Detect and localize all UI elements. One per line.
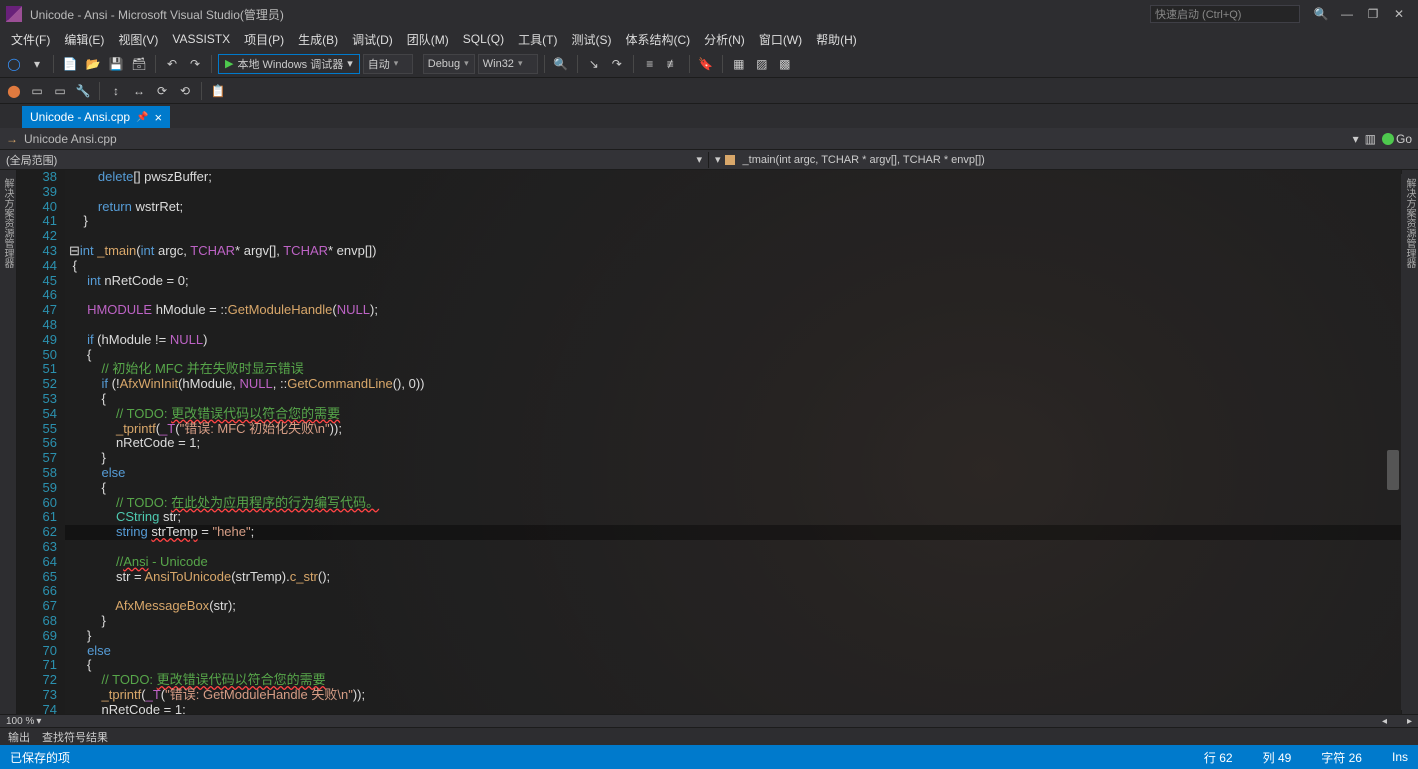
scope-left-dropdown[interactable]: (全局范围)▾ [0, 152, 709, 168]
menu-item[interactable]: 工具(T) [511, 29, 564, 50]
va-icon-6[interactable]: ↔ [129, 81, 149, 101]
va-icon-9[interactable]: 📋 [208, 81, 228, 101]
editor-footer: 100 % ▾ ◂ ▸ [0, 714, 1418, 727]
menu-item[interactable]: 生成(B) [291, 29, 345, 50]
right-tool-panel: 解决方案资源管理器工具箱属性 [1401, 170, 1418, 714]
nav-split-icon[interactable]: ▾ [1353, 132, 1359, 146]
nav-dropdown-icon[interactable]: → [6, 132, 18, 146]
va-icon-4[interactable]: 🔧 [73, 81, 93, 101]
menu-item[interactable]: 项目(P) [237, 29, 291, 50]
scope-bar: (全局范围)▾ ▾ _tmain(int argc, TCHAR * argv[… [0, 150, 1418, 170]
code-area[interactable]: delete[] pwszBuffer; return wstrRet; } ⊟… [65, 170, 1401, 714]
menu-item[interactable]: SQL(Q) [456, 30, 511, 48]
statusbar: 已保存的项 行 62 列 49 字符 26 Ins [0, 745, 1418, 769]
status-saved: 已保存的项 [10, 749, 70, 766]
new-project-icon[interactable]: 📄 [60, 54, 80, 74]
debug-mode-dropdown[interactable]: 自动 [363, 54, 413, 74]
left-tool-panel: 解决方案资源管理器类视图属性管理器资源视图 [0, 170, 17, 714]
va-icon-2[interactable]: ▭ [27, 81, 47, 101]
menu-item[interactable]: 团队(M) [400, 29, 456, 50]
toolbar-secondary: ⬤ ▭ ▭ 🔧 ↕ ↔ ⟳ ⟲ 📋 [0, 78, 1418, 104]
output-tab[interactable]: 查找符号结果 [42, 729, 108, 745]
nav-split-button[interactable]: ▥ [1365, 132, 1376, 146]
navigation-bar: → Unicode Ansi.cpp ▾ ▥ Go [0, 128, 1418, 150]
menu-item[interactable]: 窗口(W) [752, 29, 809, 50]
bookmark-icon[interactable]: 🔖 [696, 54, 716, 74]
start-debug-button[interactable]: ▶本地 Windows 调试器 ▾ [218, 54, 360, 74]
menu-item[interactable]: 调试(D) [345, 29, 400, 50]
horizontal-scroll-right[interactable]: ▸ [1407, 716, 1412, 727]
toolbar-main: ◯ ▾ 📄 📂 💾 🗃 ↶ ↷ ▶本地 Windows 调试器 ▾ 自动 Deb… [0, 50, 1418, 78]
tab-close-icon[interactable]: × [155, 110, 163, 125]
va-icon-3[interactable]: ▭ [50, 81, 70, 101]
config-dropdown[interactable]: Debug [423, 54, 475, 74]
go-button[interactable]: Go [1382, 132, 1412, 146]
search-icon[interactable]: 🔍 [1308, 4, 1334, 24]
open-icon[interactable]: 📂 [83, 54, 103, 74]
line-number-gutter: 3839404142434445464748495051525354555657… [17, 170, 65, 714]
menu-item[interactable]: 体系结构(C) [618, 29, 697, 50]
output-tabstrip: 输出查找符号结果 [0, 727, 1418, 745]
va-icon-5[interactable]: ↕ [106, 81, 126, 101]
vertical-scrollbar[interactable] [1387, 450, 1399, 490]
nav-fwd-icon[interactable]: ▾ [27, 54, 47, 74]
uncomment-icon[interactable]: ≢ [663, 54, 683, 74]
tool-icon-3[interactable]: ▩ [775, 54, 795, 74]
side-tab[interactable]: 解决方案资源管理器 [1401, 174, 1418, 710]
save-all-icon[interactable]: 🗃 [129, 54, 149, 74]
zoom-level[interactable]: 100 % [6, 716, 34, 727]
menu-item[interactable]: 文件(F) [4, 29, 57, 50]
menu-item[interactable]: VASSISTX [165, 30, 237, 48]
save-icon[interactable]: 💾 [106, 54, 126, 74]
minimize-button[interactable]: — [1334, 4, 1360, 24]
redo-icon[interactable]: ↷ [185, 54, 205, 74]
menu-item[interactable]: 测试(S) [564, 29, 618, 50]
close-button[interactable]: ✕ [1386, 4, 1412, 24]
status-line: 行 62 [1204, 749, 1233, 766]
undo-icon[interactable]: ↶ [162, 54, 182, 74]
window-title: Unicode - Ansi - Microsoft Visual Studio… [30, 6, 1150, 23]
platform-dropdown[interactable]: Win32 [478, 54, 538, 74]
status-char: 字符 26 [1321, 749, 1362, 766]
status-ins[interactable]: Ins [1392, 750, 1408, 764]
nav-file-label[interactable]: Unicode Ansi.cpp [24, 132, 117, 146]
menubar: 文件(F)编辑(E)视图(V)VASSISTX项目(P)生成(B)调试(D)团队… [0, 28, 1418, 50]
status-col: 列 49 [1263, 749, 1292, 766]
method-icon [725, 155, 735, 165]
menu-item[interactable]: 帮助(H) [809, 29, 864, 50]
quick-launch-input[interactable]: 快速启动 (Ctrl+Q) [1150, 5, 1300, 23]
va-icon-7[interactable]: ⟳ [152, 81, 172, 101]
side-tab[interactable]: 解决方案资源管理器 [0, 174, 16, 710]
vs-logo-icon [6, 6, 22, 22]
titlebar: Unicode - Ansi - Microsoft Visual Studio… [0, 0, 1418, 28]
code-editor[interactable]: 3839404142434445464748495051525354555657… [17, 170, 1401, 714]
menu-item[interactable]: 编辑(E) [57, 29, 111, 50]
file-tab-active[interactable]: Unicode - Ansi.cpp 📌 × [22, 106, 170, 128]
maximize-button[interactable]: ❐ [1360, 4, 1386, 24]
file-tab-label: Unicode - Ansi.cpp [30, 110, 130, 124]
find-in-files-icon[interactable]: 🔍 [551, 54, 571, 74]
tool-icon-2[interactable]: ▨ [752, 54, 772, 74]
scope-right-dropdown[interactable]: ▾ _tmain(int argc, TCHAR * argv[], TCHAR… [709, 153, 1418, 166]
menu-item[interactable]: 分析(N) [697, 29, 752, 50]
nav-back-icon[interactable]: ◯ [4, 54, 24, 74]
va-icon-1[interactable]: ⬤ [4, 81, 24, 101]
output-tab[interactable]: 输出 [8, 729, 30, 745]
horizontal-scroll-left[interactable]: ◂ [1382, 716, 1387, 727]
pin-icon[interactable]: 📌 [136, 112, 148, 123]
tool-icon-1[interactable]: ▦ [729, 54, 749, 74]
step-over-icon[interactable]: ↷ [607, 54, 627, 74]
main-area: 解决方案资源管理器类视图属性管理器资源视图 383940414243444546… [0, 170, 1418, 714]
comment-icon[interactable]: ≡ [640, 54, 660, 74]
menu-item[interactable]: 视图(V) [111, 29, 165, 50]
step-into-icon[interactable]: ↘ [584, 54, 604, 74]
document-tabstrip: Unicode - Ansi.cpp 📌 × [0, 104, 1418, 128]
va-icon-8[interactable]: ⟲ [175, 81, 195, 101]
